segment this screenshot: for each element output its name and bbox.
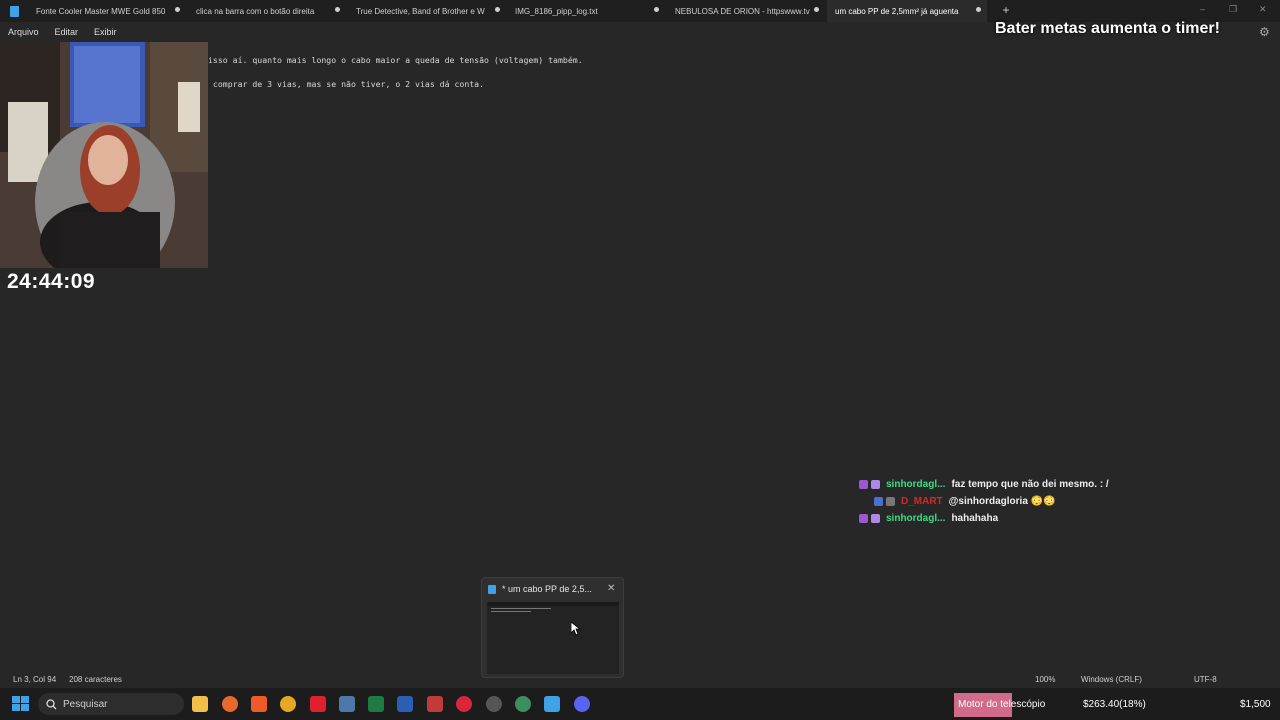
tab-item[interactable]: clica na barra com o botão direita	[188, 0, 346, 22]
gear-icon[interactable]: ⚙	[1259, 25, 1273, 39]
search-icon	[46, 698, 57, 709]
tab-item-active[interactable]: um cabo PP de 2,5mm² já aguenta	[827, 0, 987, 22]
maximize-icon[interactable]: ❐	[1229, 4, 1237, 15]
line-ending: Windows (CRLF)	[1081, 675, 1142, 684]
brave-icon[interactable]	[251, 696, 267, 712]
chat-text: faz tempo que não dei mesmo. : /	[951, 478, 1109, 490]
chat-message: sinhordagl... hahahaha	[859, 511, 998, 525]
news-icon[interactable]	[427, 696, 443, 712]
tab-label: NEBULOSA DE ORION - httpswww.tv	[675, 6, 810, 16]
tab-item[interactable]: IMG_8186_pipp_log.txt	[507, 0, 665, 22]
chat-message: sinhordagl... faz tempo que não dei mesm…	[859, 477, 1109, 491]
notepad-taskbar-icon[interactable]	[544, 696, 560, 712]
firefox-icon[interactable]	[222, 696, 238, 712]
goal-target: $1,500	[1240, 699, 1271, 710]
badge-icon	[859, 479, 868, 489]
minimize-icon[interactable]: –	[1200, 4, 1205, 14]
character-count: 208 caracteres	[69, 675, 122, 684]
discord-icon[interactable]	[574, 696, 590, 712]
editor-line[interactable]: isso aí. quanto mais longo o cabo maior …	[208, 55, 583, 65]
search-placeholder: Pesquisar	[63, 698, 108, 710]
unsaved-dot-icon	[175, 7, 180, 12]
badge-icon	[859, 513, 868, 523]
badge-icon	[886, 496, 895, 506]
word-icon[interactable]	[397, 696, 413, 712]
tab-label: clica na barra com o botão direita	[196, 6, 315, 16]
unsaved-dot-icon	[976, 7, 981, 12]
menu-arquivo[interactable]: Arquivo	[0, 27, 47, 37]
tab-label: True Detective, Band of Brother e W	[356, 6, 485, 16]
thumbnail-image[interactable]	[487, 602, 619, 674]
chat-message: D_MART @sinhordagloria 😳😳	[874, 494, 1056, 508]
chat-text: hahahaha	[951, 512, 999, 524]
media-player-icon[interactable]	[456, 696, 472, 712]
tab-item[interactable]: Fonte Cooler Master MWE Gold 850	[28, 0, 186, 22]
chat-text: @sinhordagloria 😳😳	[948, 495, 1056, 507]
chat-username: D_MART	[901, 495, 943, 507]
cursor-position: Ln 3, Col 94	[13, 675, 57, 684]
notepad-icon	[488, 585, 496, 594]
obs-icon[interactable]	[486, 696, 502, 712]
taskbar-search[interactable]: Pesquisar	[38, 693, 184, 715]
unsaved-dot-icon	[335, 7, 340, 12]
badge-icon	[874, 496, 883, 506]
vpn-icon[interactable]	[339, 696, 355, 712]
stream-timer: 24:44:09	[7, 270, 96, 293]
tab-label: IMG_8186_pipp_log.txt	[515, 6, 598, 16]
add-tab-button[interactable]: +	[1000, 3, 1012, 17]
excel-icon[interactable]	[368, 696, 384, 712]
windows-start-icon[interactable]	[12, 696, 30, 712]
overlay-title: Bater metas aumenta o timer!	[995, 20, 1220, 37]
opera-icon[interactable]	[310, 696, 326, 712]
file-explorer-icon[interactable]	[192, 696, 208, 712]
unsaved-dot-icon	[814, 7, 819, 12]
webcam-feed	[0, 42, 208, 268]
menu-exibir[interactable]: Exibir	[86, 27, 125, 37]
goal-label: Motor do telescópio	[958, 699, 1046, 710]
close-icon[interactable]: ✕	[607, 583, 615, 594]
encoding: UTF-8	[1194, 675, 1217, 684]
unsaved-dot-icon	[654, 7, 659, 12]
zoom-level: 100%	[1035, 675, 1056, 684]
chat-username: sinhordagl...	[886, 478, 946, 490]
chrome-profile-icon[interactable]	[515, 696, 531, 712]
unsaved-dot-icon	[495, 7, 500, 12]
status-bar: Ln 3, Col 94 208 caracteres 100% Windows…	[0, 671, 1280, 687]
menu-editar[interactable]: Editar	[47, 27, 87, 37]
close-icon[interactable]: ✕	[1259, 4, 1267, 15]
editor-line[interactable]: comprar de 3 vias, mas se não tiver, o 2…	[208, 79, 484, 89]
tab-item[interactable]: NEBULOSA DE ORION - httpswww.tv	[667, 0, 825, 22]
badge-icon	[871, 479, 880, 489]
notepad-icon	[0, 0, 28, 22]
tab-item[interactable]: True Detective, Band of Brother e W	[348, 0, 506, 22]
badge-icon	[871, 513, 880, 523]
tab-label: um cabo PP de 2,5mm² já aguenta	[835, 6, 959, 16]
tab-label: Fonte Cooler Master MWE Gold 850	[36, 6, 166, 16]
mouse-cursor-icon	[570, 621, 582, 641]
taskbar-thumbnail-preview[interactable]: * um cabo PP de 2,5... ✕	[481, 577, 624, 678]
goal-amount: $263.40(18%)	[1083, 699, 1146, 710]
chat-username: sinhordagl...	[886, 512, 946, 524]
thumbnail-title: * um cabo PP de 2,5...	[502, 584, 592, 594]
chrome-icon[interactable]	[280, 696, 296, 712]
